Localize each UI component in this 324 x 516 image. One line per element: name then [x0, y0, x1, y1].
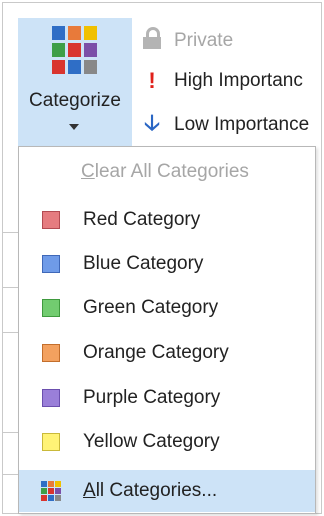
category-label: Yellow Category	[83, 431, 220, 452]
private-button[interactable]: Private	[140, 26, 233, 56]
category-label: Green Category	[83, 297, 219, 318]
all-categories-label: All Categories...	[83, 480, 218, 501]
clear-all-categories-item[interactable]: Clear All Categories	[19, 151, 315, 193]
category-item-blue[interactable]: Blue Category	[19, 243, 315, 285]
background-divider	[2, 287, 18, 288]
exclamation-icon: !	[148, 68, 156, 93]
green-swatch-icon	[42, 299, 60, 317]
categories-grid-icon	[41, 481, 61, 501]
category-label: Orange Category	[83, 342, 229, 363]
categorize-button[interactable]: Categorize	[18, 18, 132, 146]
red-swatch-icon	[42, 211, 60, 229]
category-label: Red Category	[83, 209, 201, 230]
down-arrow-icon: 🡣	[144, 110, 160, 135]
background-divider	[2, 332, 18, 333]
categorize-dropdown-menu: Clear All Categories Red Category Blue C…	[18, 146, 316, 514]
orange-swatch-icon	[42, 344, 60, 362]
category-item-orange[interactable]: Orange Category	[19, 332, 315, 374]
background-divider	[2, 432, 18, 433]
category-item-green[interactable]: Green Category	[19, 287, 315, 329]
background-divider	[2, 232, 18, 233]
background-divider	[2, 474, 18, 475]
category-item-yellow[interactable]: Yellow Category	[19, 421, 315, 463]
all-categories-item[interactable]: All Categories...	[19, 470, 315, 512]
yellow-swatch-icon	[42, 433, 60, 451]
category-item-red[interactable]: Red Category	[19, 199, 315, 241]
private-label: Private	[174, 30, 234, 51]
lock-icon	[140, 27, 164, 55]
high-importance-label: High Importanc	[174, 70, 303, 91]
chevron-down-icon	[69, 124, 79, 130]
high-importance-button[interactable]: ! High Importanc	[140, 66, 303, 96]
category-label: Blue Category	[83, 253, 204, 274]
categorize-label: Categorize	[29, 90, 121, 111]
low-importance-label: Low Importance	[174, 114, 310, 135]
purple-swatch-icon	[42, 389, 60, 407]
categorize-icon	[52, 26, 98, 74]
category-item-purple[interactable]: Purple Category	[19, 377, 315, 419]
category-label: Purple Category	[83, 387, 221, 408]
blue-swatch-icon	[42, 255, 60, 273]
low-importance-button[interactable]: 🡣 Low Importance	[140, 110, 309, 140]
clear-all-categories-label: Clear All Categories	[81, 161, 249, 182]
